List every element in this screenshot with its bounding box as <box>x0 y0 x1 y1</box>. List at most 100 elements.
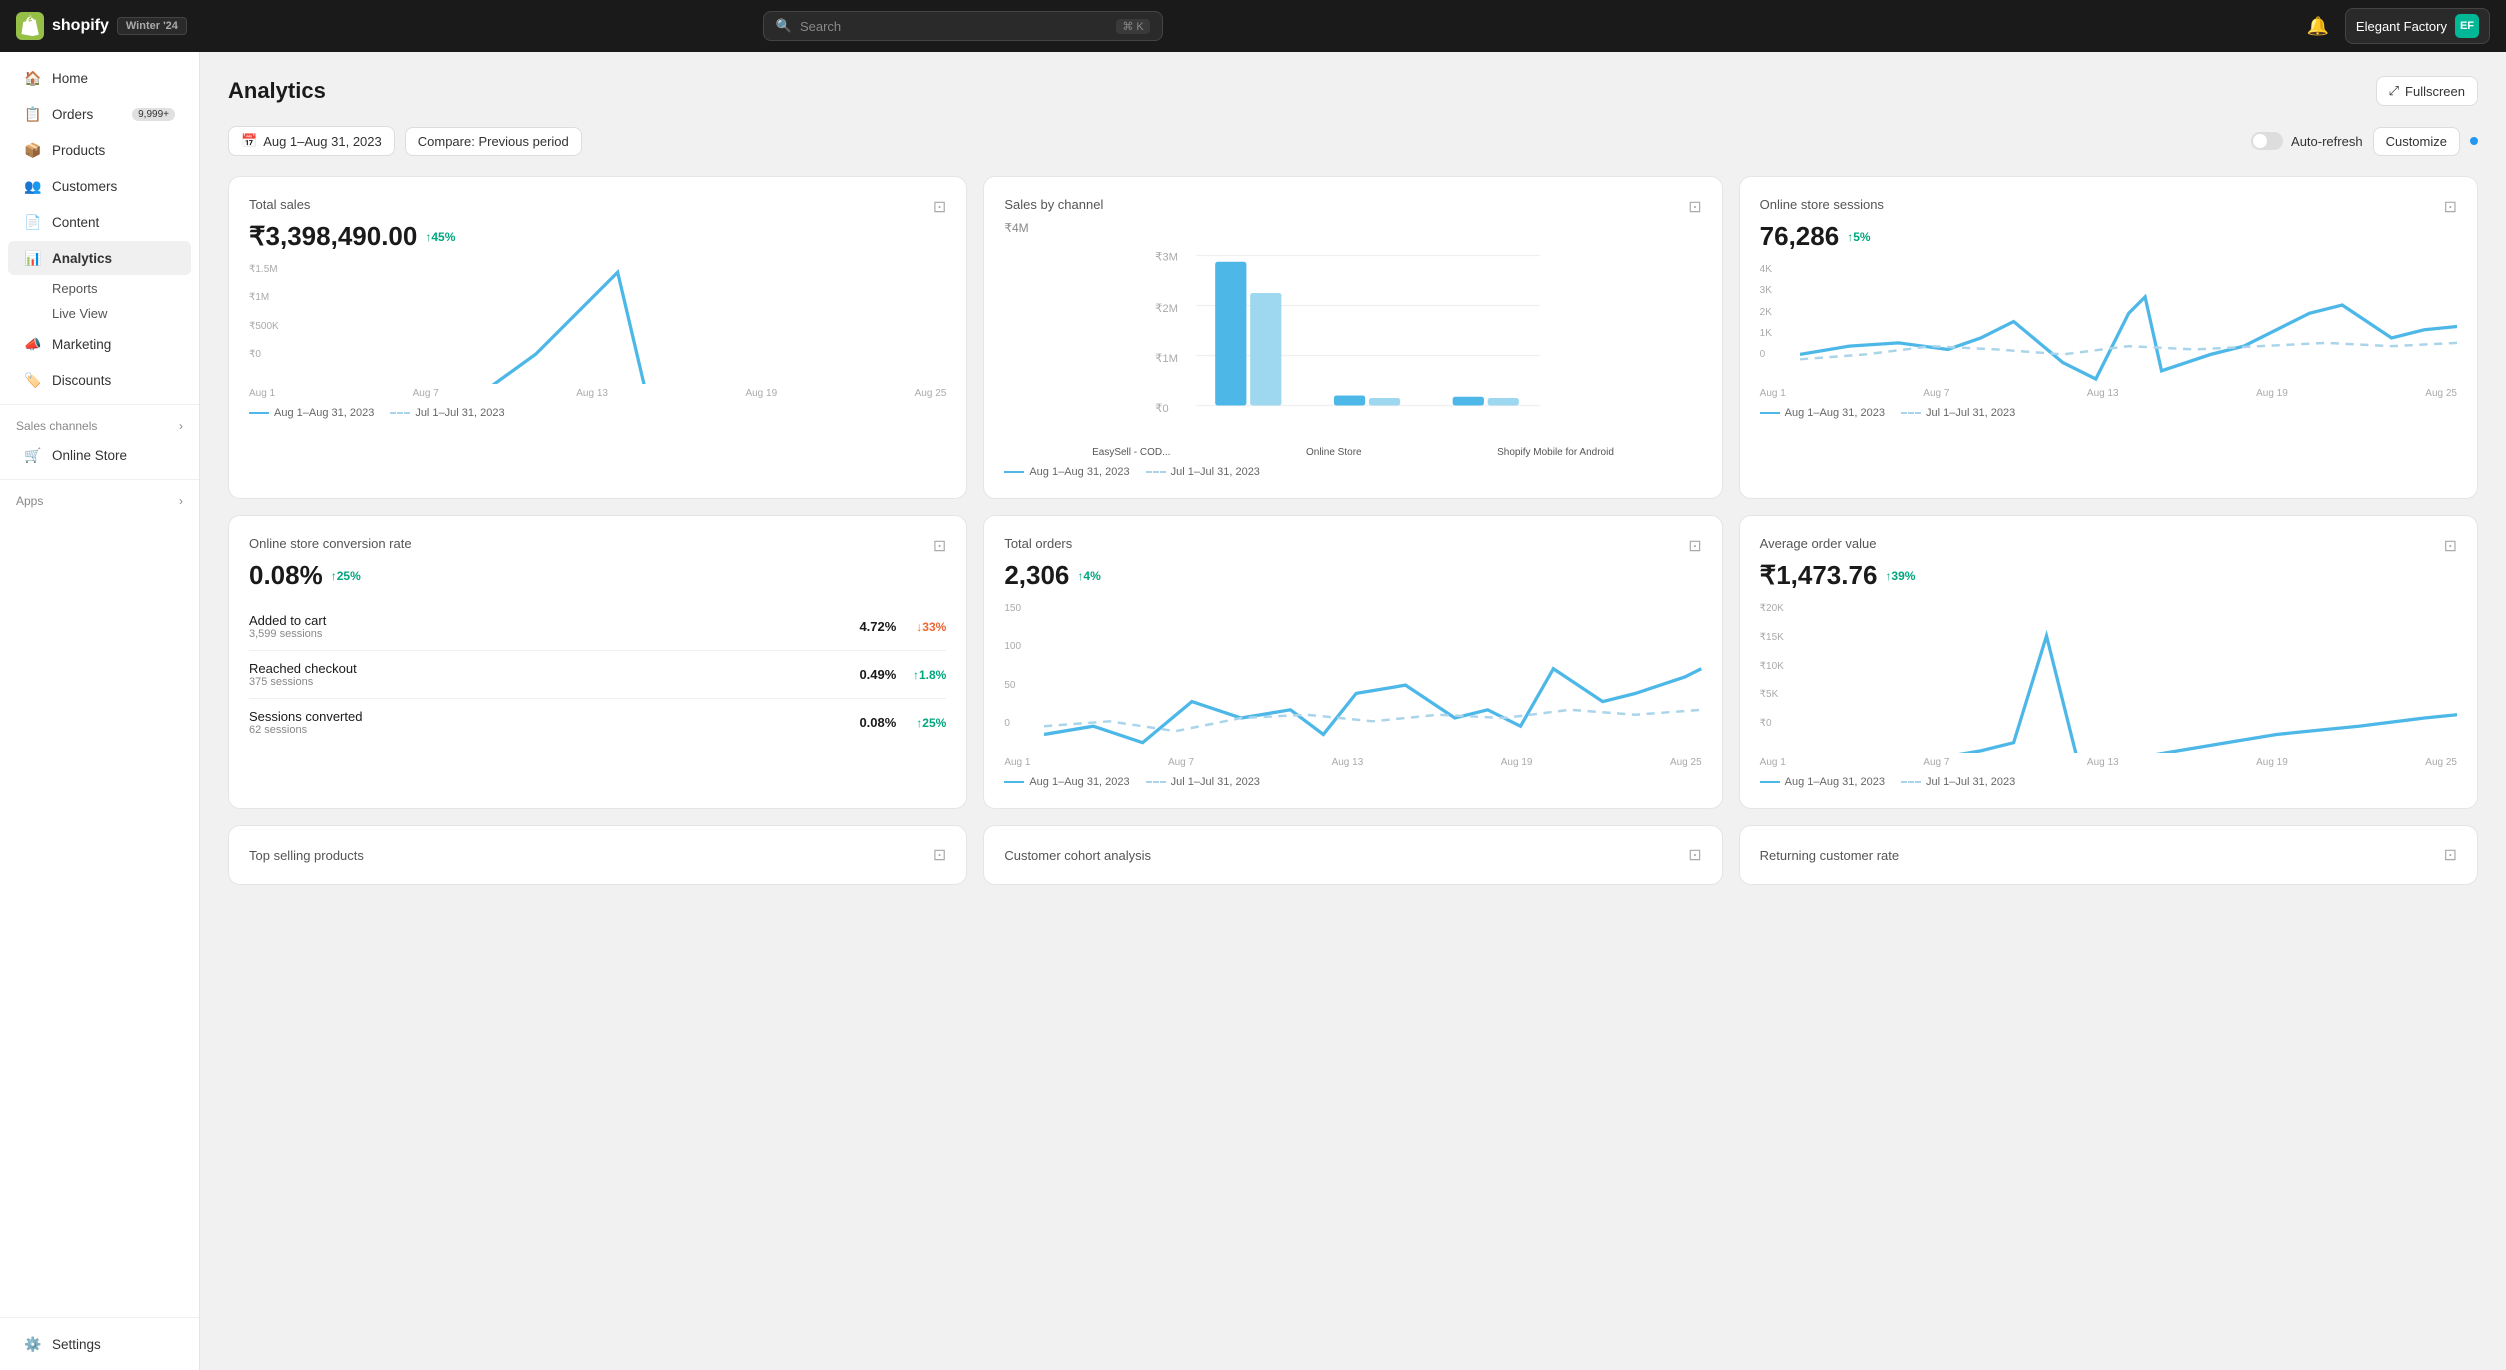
cohort-title: Customer cohort analysis <box>1004 848 1151 863</box>
legend-dash-icon <box>1901 781 1921 783</box>
y-axis-labels: 150 100 50 0 <box>1004 603 1021 729</box>
card-header: Online store sessions ⊡ <box>1760 197 2457 217</box>
compare-button[interactable]: Compare: Previous period <box>405 127 582 156</box>
sidebar-item-content[interactable]: 📄 Content <box>8 205 191 239</box>
apps-section[interactable]: Apps › <box>0 486 199 512</box>
sidebar-item-orders[interactable]: 📋 Orders 9,999+ <box>8 97 191 131</box>
channel-y-max: ₹4M <box>1004 221 1701 235</box>
legend-prev: Jul 1–Jul 31, 2023 <box>1146 466 1260 478</box>
conv-label-text: Reached checkout <box>249 661 836 676</box>
online-store-icon: 🛒 <box>24 446 42 464</box>
card-menu-button[interactable]: ⊡ <box>1688 197 1701 217</box>
page-header: Analytics ⤢ Fullscreen <box>228 76 2478 106</box>
card-menu-button[interactable]: ⊡ <box>2444 845 2457 865</box>
date-range-label: Aug 1–Aug 31, 2023 <box>263 134 382 149</box>
legend-current: Aug 1–Aug 31, 2023 <box>1760 776 1885 788</box>
shopify-logo-icon <box>16 12 44 40</box>
sidebar-item-live-view[interactable]: Live View <box>8 302 191 325</box>
sessions-chart: 4K 3K 2K 1K 0 <box>1760 264 2457 384</box>
sidebar-item-label: Customers <box>52 179 117 194</box>
conv-trend: ↓33% <box>896 620 946 634</box>
card-menu-button[interactable]: ⊡ <box>1688 845 1701 865</box>
sidebar-item-home[interactable]: 🏠 Home <box>8 61 191 95</box>
orders-badge: 9,999+ <box>132 108 175 121</box>
x-axis-labels: Aug 1 Aug 7 Aug 13 Aug 19 Aug 25 <box>249 384 946 399</box>
sidebar-item-label: Discounts <box>52 373 111 388</box>
topbar-right: 🔔 Elegant Factory EF <box>2303 8 2490 44</box>
customize-button[interactable]: Customize <box>2373 127 2460 156</box>
card-menu-button[interactable]: ⊡ <box>933 845 946 865</box>
conv-val: 0.08% <box>836 715 896 730</box>
settings-label: Settings <box>52 1337 101 1352</box>
legend-line-icon <box>249 412 269 414</box>
card-menu-button[interactable]: ⊡ <box>2444 197 2457 217</box>
calendar-icon: 📅 <box>241 133 257 149</box>
fullscreen-button[interactable]: ⤢ Fullscreen <box>2376 76 2478 106</box>
card-menu-button[interactable]: ⊡ <box>933 197 946 217</box>
store-selector[interactable]: Elegant Factory EF <box>2345 8 2490 44</box>
conv-row-2: Reached checkout 375 sessions 0.49% ↑1.8… <box>249 651 946 699</box>
card-menu-button[interactable]: ⊡ <box>2444 536 2457 556</box>
fullscreen-label: Fullscreen <box>2405 84 2465 99</box>
store-name: Elegant Factory <box>2356 19 2447 34</box>
y-axis-labels: ₹20K ₹15K ₹10K ₹5K ₹0 <box>1760 603 1784 729</box>
legend-prev-label: Jul 1–Jul 31, 2023 <box>1926 407 2015 419</box>
avg-order-trend: ↑39% <box>1885 569 1915 583</box>
sidebar-item-marketing[interactable]: 📣 Marketing <box>8 327 191 361</box>
legend-prev-label: Jul 1–Jul 31, 2023 <box>415 407 504 419</box>
sidebar-bottom: ⚙️ Settings <box>0 1317 199 1362</box>
card-value: ₹3,398,490.00 ↑45% <box>249 221 946 252</box>
card-title: Average order value <box>1760 536 1877 551</box>
orders-chart: 150 100 50 0 <box>1004 603 1701 753</box>
conv-trend: ↑1.8% <box>896 668 946 682</box>
auto-refresh-toggle: Auto-refresh <box>2251 132 2363 150</box>
legend-current: Aug 1–Aug 31, 2023 <box>249 407 374 419</box>
conv-label-text: Sessions converted <box>249 709 836 724</box>
sidebar-item-products[interactable]: 📦 Products <box>8 133 191 167</box>
sidebar-item-settings[interactable]: ⚙️ Settings <box>8 1327 191 1361</box>
sidebar-item-discounts[interactable]: 🏷️ Discounts <box>8 363 191 397</box>
search-input[interactable]: 🔍 Search ⌘ K <box>763 11 1163 41</box>
total-sales-value: ₹3,398,490.00 <box>249 221 417 252</box>
top-selling-title: Top selling products <box>249 848 364 863</box>
sidebar-item-analytics[interactable]: 📊 Analytics <box>8 241 191 275</box>
date-range-button[interactable]: 📅 Aug 1–Aug 31, 2023 <box>228 126 395 156</box>
auto-refresh-label: Auto-refresh <box>2291 134 2363 149</box>
chart-legend: Aug 1–Aug 31, 2023 Jul 1–Jul 31, 2023 <box>1004 466 1701 478</box>
card-title: Total sales <box>249 197 310 212</box>
conversion-value: 0.08% <box>249 560 323 591</box>
card-online-sessions: Online store sessions ⊡ 76,286 ↑5% 4K 3K… <box>1739 176 2478 499</box>
search-container: 🔍 Search ⌘ K <box>763 11 1163 41</box>
sales-channels-section[interactable]: Sales channels › <box>0 411 199 437</box>
legend-current-label: Aug 1–Aug 31, 2023 <box>1785 407 1885 419</box>
conv-sublabel: 375 sessions <box>249 676 836 688</box>
card-menu-button[interactable]: ⊡ <box>1688 536 1701 556</box>
svg-text:₹1M: ₹1M <box>1155 353 1178 365</box>
card-header: Total orders ⊡ <box>1004 536 1701 556</box>
y-axis-labels: 4K 3K 2K 1K 0 <box>1760 264 1772 360</box>
chevron-right-icon: › <box>179 419 183 433</box>
card-header: Online store conversion rate ⊡ <box>249 536 946 556</box>
search-placeholder: Search <box>800 19 841 34</box>
card-value: ₹1,473.76 ↑39% <box>1760 560 2457 591</box>
auto-refresh-switch[interactable] <box>2251 132 2283 150</box>
conv-label-text: Added to cart <box>249 613 836 628</box>
sidebar-item-customers[interactable]: 👥 Customers <box>8 169 191 203</box>
sessions-svg <box>1800 264 2457 384</box>
toggle-knob <box>2253 134 2267 148</box>
cards-grid-extra: Top selling products ⊡ Customer cohort a… <box>228 825 2478 885</box>
nav-divider-2 <box>0 479 199 480</box>
total-sales-trend: ↑45% <box>425 230 455 244</box>
chart-legend: Aug 1–Aug 31, 2023 Jul 1–Jul 31, 2023 <box>249 407 946 419</box>
legend-line-icon <box>1760 781 1780 783</box>
card-menu-button[interactable]: ⊡ <box>933 536 946 556</box>
sidebar-item-label: Content <box>52 215 99 230</box>
legend-prev: Jul 1–Jul 31, 2023 <box>1146 776 1260 788</box>
sidebar-item-online-store[interactable]: 🛒 Online Store <box>8 438 191 472</box>
sidebar-item-label: Analytics <box>52 251 112 266</box>
main-content: Analytics ⤢ Fullscreen 📅 Aug 1–Aug 31, 2… <box>200 52 2506 1370</box>
nav-divider <box>0 404 199 405</box>
notification-button[interactable]: 🔔 <box>2303 12 2333 41</box>
sidebar-item-reports[interactable]: Reports <box>8 277 191 300</box>
card-value: 76,286 ↑5% <box>1760 221 2457 252</box>
